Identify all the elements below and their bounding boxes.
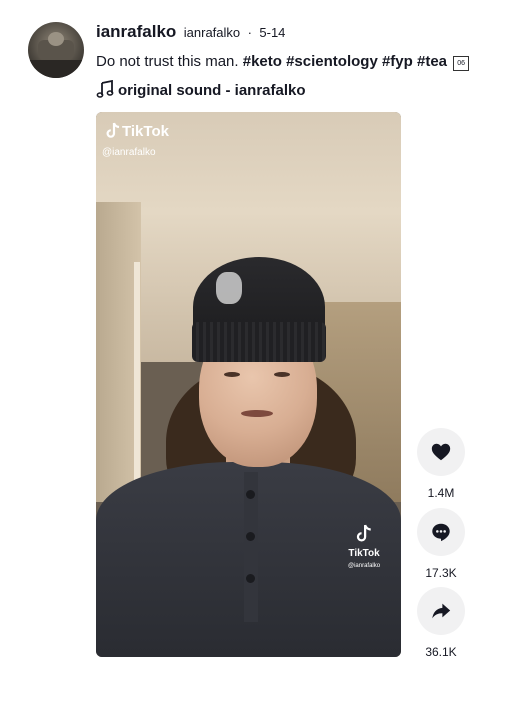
caption-text: Do not trust this man. (96, 53, 239, 70)
sound-label: original sound - ianrafalko (118, 82, 306, 99)
like-action: 1.4M (417, 428, 465, 500)
post-date: 5-14 (259, 25, 286, 40)
video-scene (134, 262, 140, 502)
video-scene (216, 272, 242, 304)
music-note-icon (96, 80, 114, 98)
author-name[interactable]: ianrafalko (96, 22, 176, 41)
sound-link[interactable]: original sound - ianrafalko (96, 80, 509, 101)
comment-icon (432, 523, 450, 542)
hashtag-link[interactable]: #fyp (382, 53, 413, 70)
tiktok-logo-icon (106, 122, 120, 138)
heart-icon (431, 443, 451, 461)
video-scene (241, 410, 273, 417)
like-count: 1.4M (427, 486, 455, 500)
separator-dot: · (247, 25, 252, 40)
comment-action: 17.3K (417, 508, 465, 580)
caption: Do not trust this man. #keto #scientolog… (96, 52, 509, 72)
hashtag-link[interactable]: #tea (417, 53, 447, 70)
tiktok-logo-icon (356, 524, 371, 542)
post-header: ianrafalko ianrafalko · 5-14 Do not trus… (96, 22, 509, 101)
share-button[interactable] (417, 587, 465, 635)
share-icon (432, 603, 451, 619)
share-count: 36.1K (425, 645, 457, 659)
comment-count: 17.3K (425, 566, 457, 580)
tiktok-watermark: TikTok @ianrafalko (102, 122, 169, 159)
watermark-handle: @ianrafalko (102, 147, 156, 158)
video-scene (246, 574, 255, 583)
share-action: 36.1K (417, 587, 465, 659)
like-button[interactable] (417, 428, 465, 476)
author-line: ianrafalko ianrafalko · 5-14 (96, 22, 509, 43)
video-scene (246, 532, 255, 541)
video-scene (246, 490, 255, 499)
video-scene (192, 322, 326, 362)
video-scene (224, 372, 240, 377)
author-handle[interactable]: ianrafalko (184, 25, 240, 40)
hashtag-link[interactable]: #scientology (286, 53, 378, 70)
tiktok-watermark-bottom: TikTok @ianrafalko (348, 524, 380, 570)
avatar-shape (48, 32, 64, 46)
watermark-brand: TikTok (122, 123, 169, 140)
video-player[interactable]: TikTok @ianrafalko TikTok @ianrafalko (96, 112, 401, 657)
watermark-handle: @ianrafalko (348, 563, 381, 569)
video-scene (274, 372, 290, 377)
avatar-shape (28, 60, 84, 78)
missing-emoji-glyph: 06 (453, 56, 470, 71)
watermark-brand: TikTok (348, 548, 380, 559)
author-avatar[interactable] (28, 22, 84, 78)
hashtag-link[interactable]: #keto (243, 53, 282, 70)
comment-button[interactable] (417, 508, 465, 556)
